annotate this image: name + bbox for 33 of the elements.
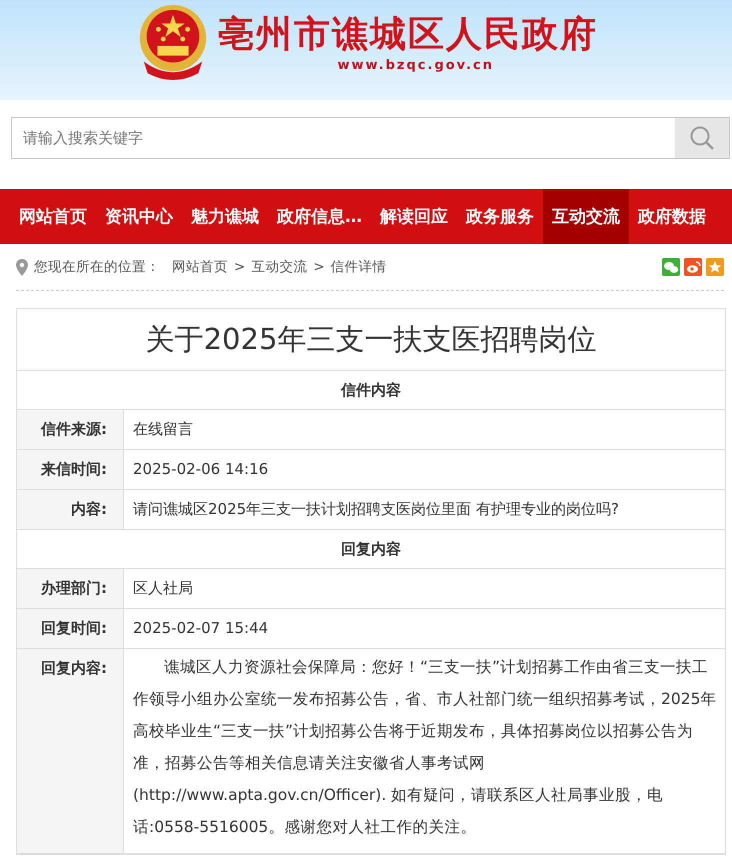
breadcrumb-separator: > bbox=[234, 259, 246, 275]
location-label: 您现在所在的位置： bbox=[34, 258, 160, 276]
field-label: 内容: bbox=[17, 490, 124, 529]
breadcrumb-link[interactable]: 信件详情 bbox=[330, 258, 387, 276]
breadcrumb-link[interactable]: 互动交流 bbox=[251, 258, 308, 276]
site-title: 亳州市谯城区人民政府 bbox=[218, 13, 598, 57]
nav-item[interactable]: 解读回应 bbox=[371, 189, 457, 244]
breadcrumb-separator: > bbox=[313, 259, 325, 275]
nav-item[interactable]: 资讯中心 bbox=[96, 189, 182, 244]
nav-item[interactable]: 政府信息… bbox=[268, 189, 371, 244]
nav-item[interactable]: 互动交流 bbox=[543, 189, 629, 244]
field-label: 回复内容: bbox=[17, 649, 124, 853]
field-value: 2025-02-06 14:16 bbox=[132, 459, 270, 480]
letter-title: 关于2025年三支一扶支医招聘岗位 bbox=[17, 309, 725, 371]
reply-text: 谯城区人力资源社会保障局：您好！“三支一扶”计划招募工作由省三支一扶工作领导小组办公室统一发布招募公告，省、市人社部门统一组织招募考试，2025年高校毕业生“三支一扶”计划招募公告将于近期发布，具体招募岗位以招募公告为准，招募公告等相关信息请关注安徽省人事考试网(http://www.apta.gov.cn/Officer). 如有疑问，请联系区人社局事业股，电话:0558-5516005。感谢您对人社工作的关注。 bbox=[132, 657, 718, 838]
nav-item[interactable]: 政府数据 bbox=[629, 189, 715, 244]
field-label: 信件来源: bbox=[17, 410, 124, 449]
site-url: www.bzqc.gov.cn bbox=[337, 58, 494, 73]
field-label: 办理部门: bbox=[17, 569, 124, 608]
location-pin-icon bbox=[16, 258, 28, 276]
nav-item[interactable]: 政务服务 bbox=[457, 189, 543, 244]
field-value: 区人社局 bbox=[132, 578, 194, 599]
eye-icon[interactable] bbox=[684, 258, 702, 276]
nav-item[interactable]: 网站首页 bbox=[10, 189, 96, 244]
field-value: 请问谯城区2025年三支一扶计划招聘支医岗位里面 有护理专业的岗位吗? bbox=[132, 499, 620, 520]
nav-item[interactable]: 魅力谯城 bbox=[182, 189, 268, 244]
field-value: 2025-02-07 15:44 bbox=[132, 618, 270, 639]
field-label: 回复时间: bbox=[17, 609, 124, 648]
star-icon[interactable] bbox=[706, 258, 724, 276]
field-value: 在线留言 bbox=[132, 419, 194, 440]
breadcrumb-link[interactable]: 网站首页 bbox=[172, 258, 228, 276]
chat-bubbles-icon[interactable] bbox=[662, 258, 680, 276]
field-label: 来信时间: bbox=[17, 450, 124, 489]
